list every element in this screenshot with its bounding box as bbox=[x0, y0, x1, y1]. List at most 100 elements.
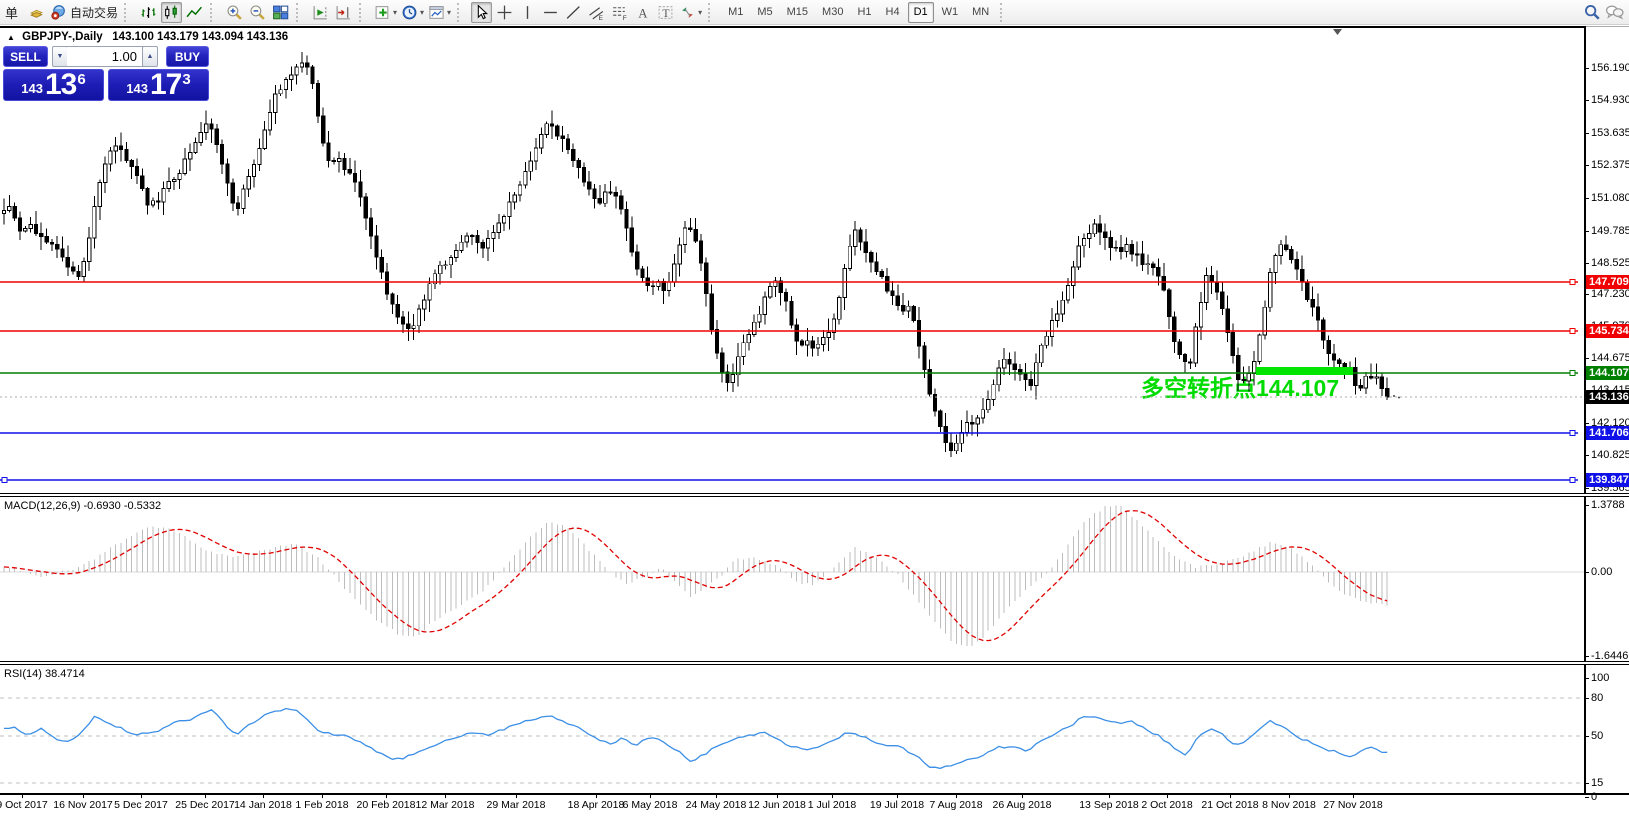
date-tick-mark bbox=[956, 793, 957, 798]
trade-book-icon[interactable] bbox=[26, 2, 47, 23]
line-price-label-144.107[interactable]: 144.107 bbox=[1586, 366, 1629, 380]
date-label: 21 Oct 2018 bbox=[1201, 799, 1258, 811]
date-tick-mark bbox=[445, 793, 446, 798]
dropdown-caret-icon[interactable]: ▾ bbox=[393, 8, 397, 17]
price-tick-mark bbox=[1585, 423, 1589, 424]
date-label: 29 Mar 2018 bbox=[487, 799, 546, 811]
rsi-axis-tick: 15 bbox=[1591, 777, 1603, 789]
rsi-axis-tick: 80 bbox=[1591, 692, 1603, 704]
equidistant-channel-icon: E bbox=[588, 4, 605, 21]
date-tick-mark bbox=[596, 793, 597, 798]
timeframe-button-m30[interactable]: M30 bbox=[816, 2, 849, 23]
zoom-in-icon[interactable] bbox=[224, 2, 245, 23]
highlight-band[interactable] bbox=[1256, 367, 1353, 375]
date-tick-mark bbox=[22, 793, 23, 798]
timeframe-button-w1[interactable]: W1 bbox=[936, 2, 965, 23]
fibonacci-icon[interactable]: F bbox=[609, 2, 630, 23]
dropdown-caret-icon[interactable]: ▾ bbox=[420, 8, 424, 17]
svg-text:F: F bbox=[623, 14, 627, 20]
indicators-icon bbox=[374, 4, 391, 21]
line-price-label-147.709[interactable]: 147.709 bbox=[1586, 275, 1629, 289]
line-chart-icon bbox=[186, 4, 203, 21]
text-tool-icon[interactable]: A bbox=[632, 2, 653, 23]
bar-chart-icon[interactable] bbox=[138, 2, 159, 23]
svg-text:E: E bbox=[599, 14, 603, 20]
date-tick-mark bbox=[322, 793, 323, 798]
cursor-icon[interactable] bbox=[471, 2, 492, 23]
line-price-label-141.706[interactable]: 141.706 bbox=[1586, 426, 1629, 440]
rsi-pane bbox=[0, 698, 1584, 783]
line-price-label-139.847[interactable]: 139.847 bbox=[1586, 473, 1629, 487]
rsi-tick-mark bbox=[1585, 736, 1589, 737]
trendline-icon[interactable] bbox=[563, 2, 584, 23]
autotrading-button[interactable]: 自动交易 bbox=[49, 2, 119, 23]
chat-icon[interactable] bbox=[1604, 2, 1625, 23]
price-axis-tick: 153.635 bbox=[1591, 127, 1629, 139]
arrows-icon[interactable]: ▾ bbox=[678, 2, 703, 23]
date-tick-mark bbox=[263, 793, 264, 798]
periods-icon[interactable]: ▾ bbox=[400, 2, 425, 23]
macd-axis-tick: 1.3788 bbox=[1591, 499, 1625, 511]
macd-tick-mark bbox=[1585, 572, 1589, 573]
vertical-line-icon[interactable] bbox=[517, 2, 538, 23]
date-tick-mark bbox=[777, 793, 778, 798]
svg-text:A: A bbox=[638, 6, 648, 20]
line-price-label-145.734[interactable]: 145.734 bbox=[1586, 324, 1629, 338]
tile-windows-icon[interactable] bbox=[270, 2, 291, 23]
dropdown-caret-icon[interactable]: ▾ bbox=[698, 8, 702, 17]
horizontal-line-147.709[interactable] bbox=[0, 280, 1578, 285]
chart-shift-marker-icon[interactable] bbox=[1333, 29, 1342, 35]
horizontal-line-141.706[interactable] bbox=[0, 431, 1578, 436]
search-icon[interactable] bbox=[1581, 2, 1602, 23]
date-label: 18 Apr 2018 bbox=[568, 799, 625, 811]
timeframe-button-m15[interactable]: M15 bbox=[781, 2, 814, 23]
date-label: 1 Feb 2018 bbox=[295, 799, 348, 811]
price-axis-tick: 140.825 bbox=[1591, 449, 1629, 461]
timeframe-button-m1[interactable]: M1 bbox=[722, 2, 749, 23]
auto-scroll-icon[interactable] bbox=[310, 2, 331, 23]
date-tick-mark bbox=[832, 793, 833, 798]
date-tick-mark bbox=[897, 793, 898, 798]
arrows-icon bbox=[679, 4, 696, 21]
chart-shift-icon[interactable] bbox=[333, 2, 354, 23]
horizontal-line-145.734[interactable] bbox=[0, 329, 1578, 334]
zoom-out-icon[interactable] bbox=[247, 2, 268, 23]
new-order-partial-button[interactable]: 单 bbox=[3, 2, 24, 23]
equidistant-channel-icon[interactable]: E bbox=[586, 2, 607, 23]
label-tool-icon[interactable]: T bbox=[655, 2, 676, 23]
candles-series bbox=[2, 52, 1389, 457]
date-tick-mark bbox=[83, 793, 84, 798]
toolbar-separator bbox=[359, 3, 367, 22]
indicators-icon[interactable]: ▾ bbox=[373, 2, 398, 23]
line-handle[interactable] bbox=[2, 478, 7, 483]
toolbar-separator bbox=[124, 3, 132, 22]
date-tick-mark bbox=[1353, 793, 1354, 798]
date-label: 24 May 2018 bbox=[686, 799, 747, 811]
horizontal-line-icon[interactable] bbox=[540, 2, 561, 23]
date-axis-border bbox=[0, 793, 1629, 795]
bar-chart-icon bbox=[140, 4, 157, 21]
timeframe-button-d1[interactable]: D1 bbox=[908, 2, 934, 23]
price-tick-mark bbox=[1585, 133, 1589, 134]
templates-icon bbox=[428, 4, 445, 21]
text-tool-icon: A bbox=[634, 4, 651, 21]
timeframe-button-h1[interactable]: H1 bbox=[851, 2, 877, 23]
price-tick-mark bbox=[1585, 263, 1589, 264]
date-tick-mark bbox=[386, 793, 387, 798]
price-tick-mark bbox=[1585, 198, 1589, 199]
timeframe-button-h4[interactable]: H4 bbox=[880, 2, 906, 23]
timeframe-button-mn[interactable]: MN bbox=[966, 2, 995, 23]
line-chart-icon[interactable] bbox=[184, 2, 205, 23]
dropdown-caret-icon[interactable]: ▾ bbox=[447, 8, 451, 17]
candlestick-chart-icon[interactable] bbox=[161, 2, 182, 23]
chart-canvas[interactable] bbox=[0, 27, 1584, 793]
autotrading-icon bbox=[50, 4, 67, 21]
horizontal-line-139.847[interactable] bbox=[0, 478, 1578, 483]
price-axis-tick: 144.675 bbox=[1591, 352, 1629, 364]
crosshair-icon[interactable] bbox=[494, 2, 515, 23]
label-tool-icon: T bbox=[657, 4, 674, 21]
date-tick-mark bbox=[1109, 793, 1110, 798]
templates-icon[interactable]: ▾ bbox=[427, 2, 452, 23]
date-label: 12 Mar 2018 bbox=[416, 799, 475, 811]
timeframe-button-m5[interactable]: M5 bbox=[751, 2, 778, 23]
